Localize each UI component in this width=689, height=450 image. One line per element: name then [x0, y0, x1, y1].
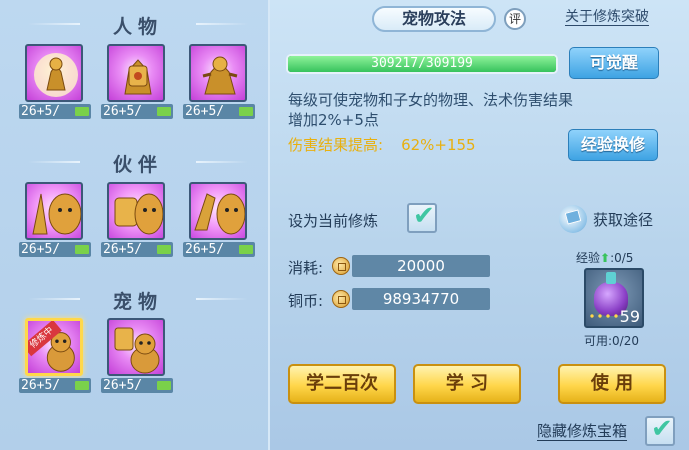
coin-icon — [332, 257, 350, 275]
damage-bonus: 伤害结果提高: 62%+155 — [288, 134, 476, 155]
learn-hundred-button[interactable]: 学二百次 — [288, 364, 396, 404]
about-breakthrough-link[interactable]: 关于修炼突破 — [565, 9, 649, 26]
slot-level-label: 26+5/ — [19, 242, 91, 257]
awaken-button[interactable]: 可觉醒 — [569, 47, 659, 79]
damage-bonus-label: 伤害结果提高: — [288, 136, 384, 154]
section-title-partner: 伙伴 — [28, 150, 218, 177]
cultivation-window: 人物 26+5/ 26+5/ 26+5/ 伙伴 26+5/ 26+5/ 26+5… — [0, 0, 689, 450]
set-current-label: 设为当前修炼 — [288, 212, 379, 230]
damage-bonus-value: 62%+155 — [401, 136, 476, 154]
checkmark-icon: ✔ — [651, 414, 673, 444]
slot-character-3[interactable]: 26+5/ — [183, 44, 255, 122]
slot-level-label: 26+5/ — [19, 378, 91, 393]
gold-shield-warrior-icon — [107, 44, 165, 102]
experience-label: 经验⬆:0/5 — [576, 251, 634, 265]
lion-sword-icon — [25, 182, 83, 240]
copper-value: 98934770 — [352, 288, 490, 310]
slot-level-label: 26+5/ — [101, 104, 173, 119]
rate-icon[interactable]: 评 — [504, 8, 526, 30]
slot-level-label: 26+5/ — [183, 104, 255, 119]
gold-coins-icon — [588, 312, 618, 322]
hide-chest-label: 隐藏修炼宝箱 — [537, 422, 628, 441]
gold-warrior-icon — [189, 44, 247, 102]
tab-pet-attack[interactable]: 宠物攻法 — [372, 6, 496, 32]
slot-level-label: 26+5/ — [183, 242, 255, 257]
cultivation-list-panel: 人物 26+5/ 26+5/ 26+5/ 伙伴 26+5/ 26+5/ 26+5… — [0, 0, 270, 450]
slot-partner-3[interactable]: 26+5/ — [183, 182, 255, 260]
cat-pet-icon: 修炼中 — [25, 318, 83, 376]
cat-shield-pet-icon — [107, 318, 165, 376]
slot-pet-2[interactable]: 26+5/ — [101, 318, 173, 396]
slot-character-1[interactable]: 26+5/ — [19, 44, 91, 122]
cost-value: 20000 — [352, 255, 490, 277]
progress-text: 309217/309199 — [371, 56, 473, 71]
learn-button[interactable]: 学 习 — [413, 364, 521, 404]
lion-boot-icon — [189, 182, 247, 240]
section-title-pet: 宠物 — [28, 287, 218, 314]
slot-partner-1[interactable]: 26+5/ — [19, 182, 91, 260]
slot-level-label: 26+5/ — [19, 104, 91, 119]
slot-partner-2[interactable]: 26+5/ — [101, 182, 173, 260]
gold-figure-glow-icon — [25, 44, 83, 102]
cost-label: 消耗: — [288, 259, 324, 277]
slot-character-2[interactable]: 26+5/ — [101, 44, 173, 122]
section-title-character: 人物 — [28, 12, 218, 39]
checkmark-icon: ✔ — [413, 201, 435, 231]
slot-level-label: 26+5/ — [101, 378, 173, 393]
use-button[interactable]: 使 用 — [558, 364, 666, 404]
set-current-checkbox[interactable]: ✔ — [407, 201, 437, 233]
copper-label: 铜币: — [288, 292, 324, 310]
effect-description: 每级可使宠物和子女的物理、法术伤害结果增加2%+5点 — [288, 91, 574, 129]
cultivation-chest-item[interactable]: 59 — [584, 268, 644, 328]
book-icon — [559, 205, 587, 233]
get-path-button[interactable]: 获取途径 — [559, 205, 669, 233]
hide-chest-checkbox[interactable]: ✔ — [645, 414, 675, 446]
slot-pet-1[interactable]: 修炼中 26+5/ — [19, 318, 91, 396]
item-count: 59 — [619, 307, 640, 326]
arrow-up-icon: ⬆ — [600, 251, 611, 265]
get-path-label: 获取途径 — [593, 211, 654, 229]
slot-level-label: 26+5/ — [101, 242, 173, 257]
lion-shield-icon — [107, 182, 165, 240]
exp-exchange-button[interactable]: 经验换修 — [568, 129, 658, 161]
coin-icon — [332, 290, 350, 308]
usable-count: 可用:0/20 — [584, 334, 639, 348]
cultivation-progress-bar: 309217/309199 — [286, 54, 558, 74]
